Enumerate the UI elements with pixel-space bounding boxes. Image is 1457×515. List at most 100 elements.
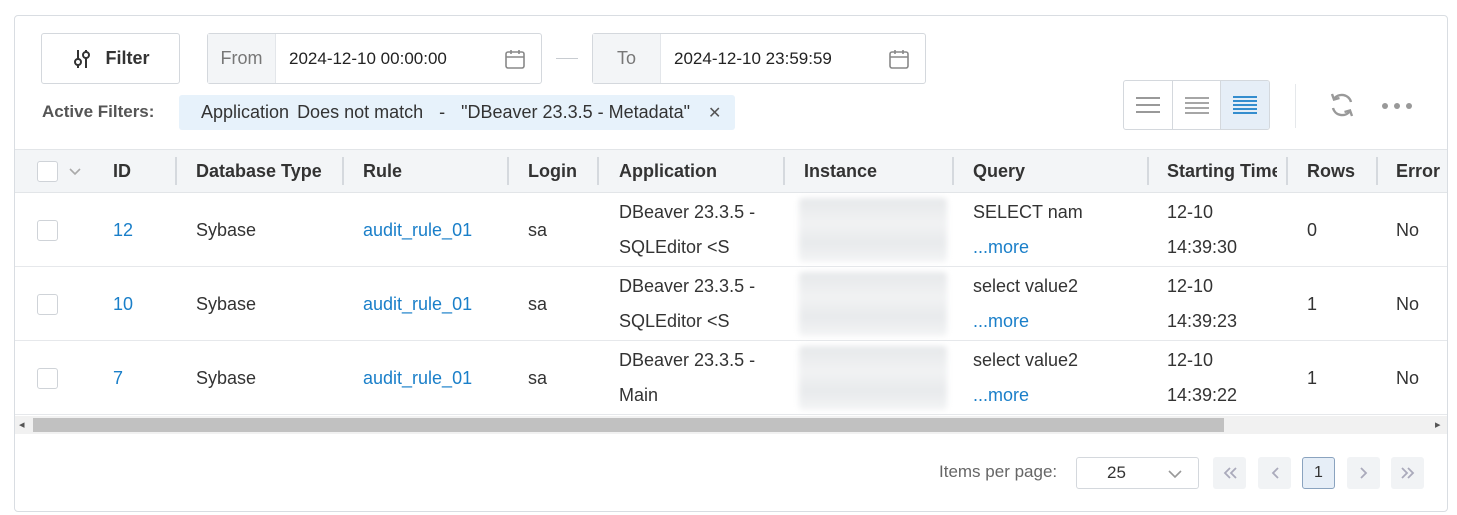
column-header-database-type[interactable]: Database Type [196,150,322,192]
next-page-button[interactable] [1347,457,1380,489]
column-header-id[interactable]: ID [113,150,131,192]
date-range-separator [556,58,578,59]
density-loose-icon[interactable] [1124,81,1173,129]
density-normal-icon[interactable] [1173,81,1222,129]
filter-button[interactable]: Filter [41,33,180,84]
row-rule-link[interactable]: audit_rule_01 [363,193,472,267]
calendar-icon[interactable] [873,34,925,83]
chevrons-left-icon [1223,467,1237,479]
chevron-down-icon [1168,470,1182,479]
column-resizer[interactable] [507,157,509,185]
row-error: No [1396,293,1420,314]
audit-log-panel: Filter From 2024-12-10 00:00:00 To 2024-… [14,15,1448,512]
from-date-value[interactable]: 2024-12-10 00:00:00 [276,34,489,83]
table-row[interactable]: 7 Sybase audit_rule_01 sa DBeaver 23.3.5… [15,341,1447,415]
row-login: sa [528,367,548,388]
column-header-error[interactable]: Error [1396,150,1447,192]
row-checkbox[interactable] [37,341,58,415]
row-checkbox[interactable] [37,193,58,267]
density-compact-icon[interactable] [1221,81,1269,129]
toolbar-divider [1295,84,1296,128]
instance-redacted [799,272,947,336]
row-query: select value2 ...more [973,267,1078,341]
starting-date: 12-10 [1167,276,1214,296]
more-horizontal-icon[interactable] [1380,98,1414,114]
query-more-link[interactable]: ...more [973,230,1029,265]
query-text: select value2 [973,276,1079,296]
column-resizer[interactable] [952,157,954,185]
row-rule-link[interactable]: audit_rule_01 [363,341,472,415]
row-rows-count: 1 [1307,367,1318,388]
horizontal-scrollbar[interactable]: ◂ ▸ [15,416,1447,434]
row-rule-link[interactable]: audit_rule_01 [363,267,472,341]
filter-button-label: Filter [105,48,150,68]
column-resizer[interactable] [1147,157,1149,185]
previous-page-button[interactable] [1258,457,1291,489]
row-id-link[interactable]: 7 [113,341,123,415]
chip-operator: Does not match [297,102,424,122]
row-error: No [1396,367,1420,388]
row-id-link[interactable]: 10 [113,267,133,341]
row-database-type: Sybase [196,293,257,314]
active-filters-label: Active Filters: [42,102,155,121]
to-date-value[interactable]: 2024-12-10 23:59:59 [661,34,873,83]
scrollbar-thumb[interactable] [33,418,1224,432]
row-starting-time: 12-10 14:39:23 [1167,267,1237,341]
chevron-left-icon [1271,467,1279,479]
column-header-query[interactable]: Query [973,150,1025,192]
row-database-type: Sybase [196,219,257,240]
column-resizer[interactable] [1286,157,1288,185]
column-resizer[interactable] [1376,157,1378,185]
chip-separator: - [439,102,446,122]
table-row[interactable]: 10 Sybase audit_rule_01 sa DBeaver 23.3.… [15,267,1447,341]
scroll-right-icon[interactable]: ▸ [1435,418,1441,431]
chip-value: "DBeaver 23.3.5 - Metadata" [461,102,691,122]
from-date-field[interactable]: From 2024-12-10 00:00:00 [207,33,542,84]
application-line-1: DBeaver 23.3.5 - [619,202,756,222]
instance-redacted [799,346,947,410]
query-more-link[interactable]: ...more [973,304,1029,339]
row-application: DBeaver 23.3.5 - Main [619,341,755,415]
column-header-rule[interactable]: Rule [363,150,402,192]
sliders-icon [74,49,91,68]
row-database-type: Sybase [196,367,257,388]
chip-field: Application [201,102,290,122]
row-login: sa [528,219,548,240]
column-resizer[interactable] [342,157,344,185]
column-header-rows[interactable]: Rows [1307,150,1355,192]
application-line-2: SQLEditor <S [619,237,730,257]
query-more-link[interactable]: ...more [973,378,1029,413]
column-header-application[interactable]: Application [619,150,717,192]
row-rows-count: 0 [1307,219,1318,240]
row-id-link[interactable]: 12 [113,193,133,267]
first-page-button[interactable] [1213,457,1246,489]
refresh-icon[interactable] [1327,90,1357,120]
chevron-down-icon[interactable] [67,150,83,192]
application-line-2: SQLEditor <S [619,311,730,331]
table-header: ID Database Type Rule Login Application … [15,149,1447,193]
calendar-icon[interactable] [489,34,541,83]
column-resizer[interactable] [597,157,599,185]
query-text: select value2 [973,350,1079,370]
column-header-starting-time[interactable]: Starting Time [1167,150,1277,192]
page-number-button[interactable]: 1 [1302,457,1335,489]
to-date-field[interactable]: To 2024-12-10 23:59:59 [592,33,926,84]
scroll-left-icon[interactable]: ◂ [19,418,25,431]
close-icon[interactable]: ✕ [708,103,721,123]
row-starting-time: 12-10 14:39:22 [1167,341,1237,415]
active-filter-chip[interactable]: Application Does not match - "DBeaver 23… [179,95,735,130]
column-resizer[interactable] [175,157,177,185]
column-header-login[interactable]: Login [528,150,577,192]
row-checkbox[interactable] [37,267,58,341]
items-per-page-select[interactable]: 25 [1076,457,1199,489]
column-header-instance[interactable]: Instance [804,150,877,192]
chevrons-right-icon [1400,467,1414,479]
application-line-2: Main [619,385,659,405]
last-page-button[interactable] [1391,457,1424,489]
select-all-checkbox[interactable] [37,150,58,192]
items-per-page-value: 25 [1107,463,1126,482]
starting-date: 12-10 [1167,350,1214,370]
column-resizer[interactable] [783,157,785,185]
table-row[interactable]: 12 Sybase audit_rule_01 sa DBeaver 23.3.… [15,193,1447,267]
row-login: sa [528,293,548,314]
